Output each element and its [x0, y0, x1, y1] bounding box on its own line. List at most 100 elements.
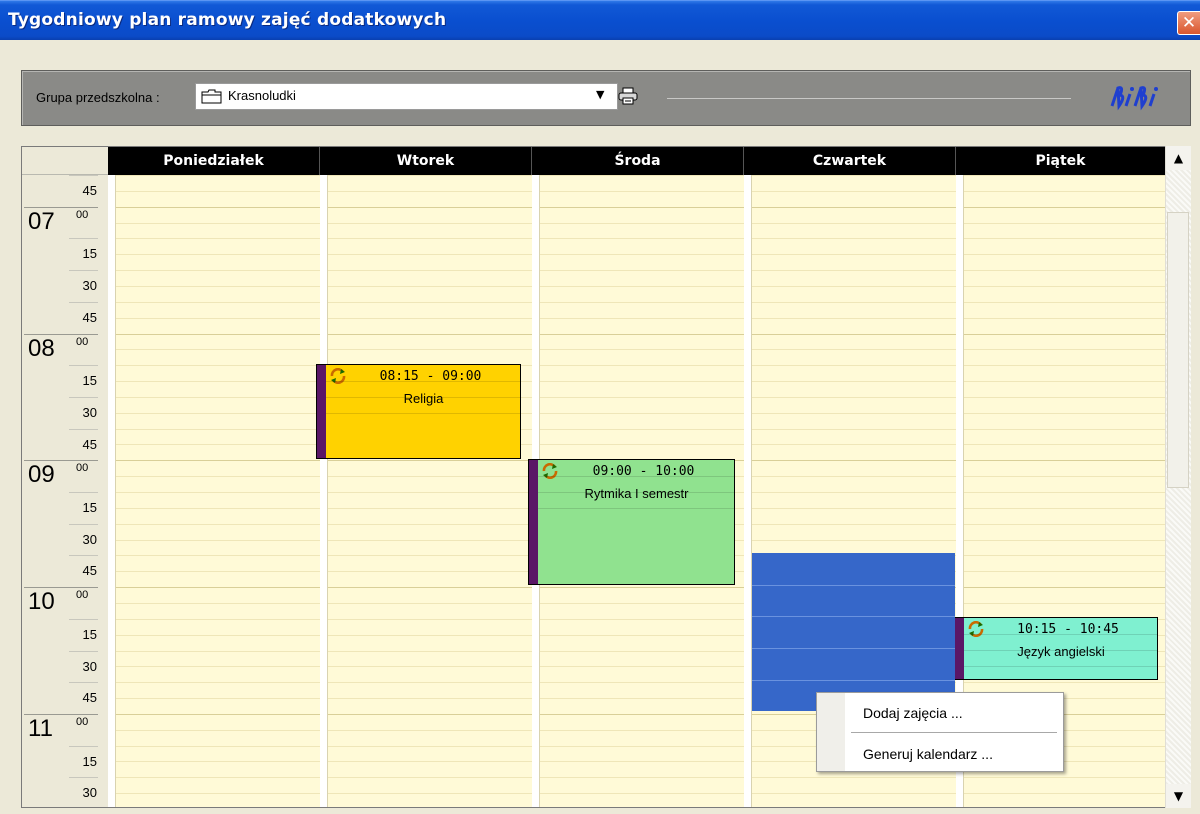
- grid-line: [116, 618, 320, 620]
- hour-label: 10: [28, 588, 55, 616]
- grid-line: [964, 206, 1166, 208]
- grid-line: [964, 412, 1166, 414]
- event-grid-line: [326, 380, 520, 382]
- event-religia[interactable]: 08:15 - 09:00 Religia: [316, 364, 521, 459]
- event-grid-line: [538, 491, 734, 493]
- quarter-divider: [69, 301, 98, 303]
- scroll-thumb[interactable]: [1167, 212, 1189, 488]
- grid-line: [540, 618, 744, 620]
- grid-line: [328, 270, 532, 272]
- minute-label: 00: [76, 715, 89, 728]
- grid-line: [328, 571, 532, 573]
- grid-line: [328, 190, 532, 192]
- scroll-up-icon[interactable]: ▲: [1166, 146, 1191, 170]
- grid-line: [540, 602, 744, 604]
- grid-line: [964, 238, 1166, 240]
- printer-icon[interactable]: [618, 87, 638, 105]
- grid-line: [964, 349, 1166, 351]
- grid-line: [328, 349, 532, 351]
- grid-line: [328, 713, 532, 715]
- grid-line: [540, 238, 744, 240]
- grid-line: [752, 428, 956, 430]
- grid-line: [116, 285, 320, 287]
- grid-line: [752, 349, 956, 351]
- menu-item-add-activity[interactable]: Dodaj zajęcia ...: [863, 705, 963, 721]
- menu-item-generate-calendar[interactable]: Generuj kalendarz ...: [863, 746, 993, 762]
- grid-line: [116, 729, 320, 731]
- schedule-window: Tygodniowy plan ramowy zajęć dodatkowych…: [0, 0, 1200, 814]
- grid-line: [540, 444, 744, 446]
- quarter-divider: [69, 396, 98, 398]
- grid-line: [540, 270, 744, 272]
- grid-line: [752, 381, 956, 383]
- grid-line: [540, 666, 744, 668]
- grid-line: [116, 317, 320, 319]
- event-rytmika[interactable]: 09:00 - 10:00 Rytmika I semestr: [528, 459, 735, 585]
- grid-line: [328, 476, 532, 478]
- event-jezyk-angielski[interactable]: 10:15 - 10:45 Język angielski: [954, 617, 1158, 680]
- grid-line: [964, 555, 1166, 557]
- grid-line: [116, 428, 320, 430]
- day-column-tuesday[interactable]: [320, 175, 532, 807]
- minute-label: 15: [82, 753, 97, 769]
- minute-label: 15: [82, 246, 97, 262]
- grid-line: [116, 713, 320, 715]
- grid-line: [964, 301, 1166, 303]
- grid-line: [328, 206, 532, 208]
- day-column-monday[interactable]: [108, 175, 320, 807]
- quarter-divider: [69, 777, 98, 779]
- event-name: Język angielski: [1017, 644, 1105, 659]
- grid-line: [116, 507, 320, 509]
- grid-line: [116, 444, 320, 446]
- grid-line: [328, 634, 532, 636]
- grid-line: [116, 476, 320, 478]
- grid-line: [540, 222, 744, 224]
- grid-line: [328, 793, 532, 795]
- grid-line: [116, 666, 320, 668]
- time-selection[interactable]: [752, 553, 955, 711]
- group-select[interactable]: Krasnoludki ▼: [195, 83, 618, 110]
- minute-label: 30: [82, 404, 97, 420]
- context-menu: Dodaj zajęcia ... Generuj kalendarz ...: [816, 692, 1064, 772]
- grid-line: [964, 254, 1166, 256]
- vertical-scrollbar[interactable]: ▲ ▼: [1165, 146, 1191, 808]
- quarter-divider: [69, 238, 98, 240]
- event-grid-line: [538, 507, 734, 509]
- grid-line: [964, 381, 1166, 383]
- grid-line: [540, 587, 744, 589]
- grid-line: [752, 460, 956, 462]
- grid-line: [540, 777, 744, 779]
- toolbar: Grupa przedszkolna : Krasnoludki ▼: [21, 70, 1191, 126]
- minute-label: 15: [82, 500, 97, 515]
- grid-line: [116, 254, 320, 256]
- grid-line: [540, 333, 744, 335]
- event-grid-line: [964, 665, 1157, 667]
- title-bar[interactable]: Tygodniowy plan ramowy zajęć dodatkowych…: [0, 0, 1200, 40]
- grid-line: [964, 190, 1166, 192]
- close-button[interactable]: ✕: [1177, 11, 1200, 35]
- chevron-down-icon[interactable]: ▼: [596, 88, 604, 101]
- scroll-down-icon[interactable]: ▼: [1166, 784, 1191, 808]
- grid-line: [116, 539, 320, 541]
- grid-line: [328, 777, 532, 779]
- grid-line: [964, 365, 1166, 367]
- grid-line: [116, 175, 320, 176]
- group-select-value: Krasnoludki: [228, 88, 296, 103]
- grid-line: [752, 396, 956, 398]
- grid-line: [752, 507, 956, 509]
- grid-line: [328, 507, 532, 509]
- day-header-thursday: Czwartek: [744, 147, 956, 175]
- minute-label: 30: [82, 531, 97, 547]
- event-name: Religia: [403, 391, 444, 406]
- grid-line: [540, 793, 744, 795]
- grid-line: [328, 729, 532, 731]
- grid-line: [540, 349, 744, 351]
- grid-line: [328, 666, 532, 668]
- grid-line: [752, 175, 956, 176]
- grid-line: [116, 492, 320, 493]
- grid-line: [116, 190, 320, 192]
- group-label: Grupa przedszkolna :: [36, 90, 160, 105]
- grid-line: [540, 396, 744, 398]
- grid-line: [328, 555, 532, 557]
- grid-line: [116, 301, 320, 303]
